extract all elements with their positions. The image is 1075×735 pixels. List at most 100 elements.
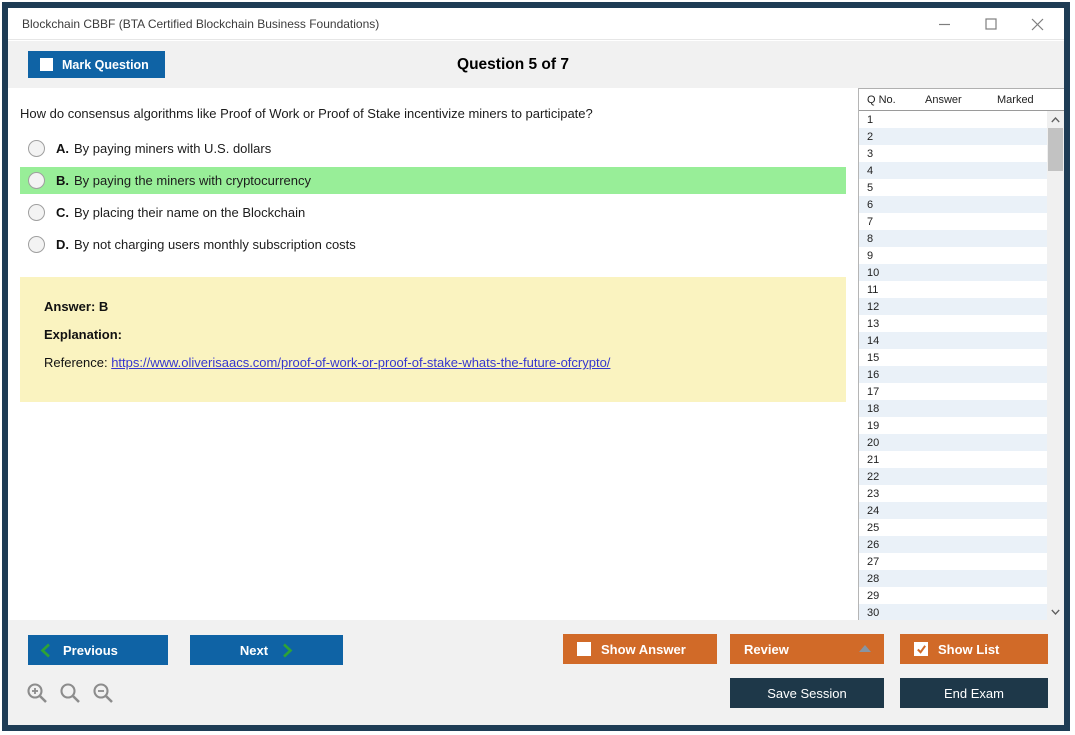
question-list-row[interactable]: 20 [859,434,1047,451]
question-list-row[interactable]: 18 [859,400,1047,417]
answer-option[interactable]: B. By paying the miners with cryptocurre… [20,167,846,194]
cell-qno: 23 [867,487,880,500]
cell-qno: 9 [867,249,874,262]
option-text: By not charging users monthly subscripti… [74,237,356,252]
cell-qno: 17 [867,385,880,398]
question-list: 1 2 3 4 5 6 7 8 9 10 11 12 13 14 15 16 1… [859,111,1047,620]
cell-qno: 7 [867,215,874,228]
column-header-qno: Q No. [867,94,896,106]
question-list-row[interactable]: 22 [859,468,1047,485]
minimize-button[interactable] [922,8,968,40]
check-icon [916,644,926,654]
scrollbar-thumb[interactable] [1048,128,1063,171]
answer-option[interactable]: D. By not charging users monthly subscri… [20,231,846,258]
previous-button[interactable]: Previous [28,635,168,665]
maximize-button[interactable] [968,8,1014,40]
question-counter: Question 5 of 7 [457,55,569,73]
cell-qno: 20 [867,436,880,449]
question-list-row[interactable]: 14 [859,332,1047,349]
cell-qno: 1 [867,113,874,126]
option-text: By placing their name on the Blockchain [74,205,306,220]
show-list-checkbox[interactable] [914,642,928,656]
next-label: Next [239,642,269,658]
question-list-row[interactable]: 9 [859,247,1047,264]
question-list-row[interactable]: 21 [859,451,1047,468]
window-controls [922,8,1060,40]
question-list-row[interactable]: 16 [859,366,1047,383]
maximize-icon [985,18,997,30]
close-icon [1031,18,1043,30]
title-bar: Blockchain CBBF (BTA Certified Blockchai… [8,8,1064,40]
question-list-row[interactable]: 26 [859,536,1047,553]
scroll-down-button[interactable] [1047,603,1064,620]
option-letter: B. [56,173,69,188]
zoom-in-icon [27,683,47,703]
radio-button[interactable] [28,172,45,189]
option-text: By paying the miners with cryptocurrency [74,173,311,188]
close-button[interactable] [1014,8,1060,40]
question-list-row[interactable]: 17 [859,383,1047,400]
question-list-row[interactable]: 23 [859,485,1047,502]
next-button[interactable]: Next [190,635,343,665]
question-list-row[interactable]: 30 [859,604,1047,620]
option-letter: D. [56,237,69,252]
reference-line: Reference: https://www.oliverisaacs.com/… [44,355,846,370]
review-label: Review [744,641,789,657]
cell-qno: 16 [867,368,880,381]
question-list-row[interactable]: 7 [859,213,1047,230]
reference-link[interactable]: https://www.oliverisaacs.com/proof-of-wo… [111,355,610,370]
show-answer-button[interactable]: Show Answer [563,634,717,664]
question-list-row[interactable]: 29 [859,587,1047,604]
question-list-row[interactable]: 6 [859,196,1047,213]
zoom-out-button[interactable] [90,680,116,706]
cell-qno: 26 [867,538,880,551]
question-list-row[interactable]: 1 [859,111,1047,128]
cell-qno: 13 [867,317,880,330]
question-list-row[interactable]: 24 [859,502,1047,519]
window-title: Blockchain CBBF (BTA Certified Blockchai… [22,17,380,31]
question-list-row[interactable]: 19 [859,417,1047,434]
question-list-row[interactable]: 15 [859,349,1047,366]
question-list-panel: Q No. Answer Marked 1 2 3 4 5 6 7 8 9 10… [858,88,1064,620]
question-list-row[interactable]: 11 [859,281,1047,298]
reference-label: Reference: [44,355,112,370]
zoom-reset-button[interactable] [57,680,83,706]
cell-qno: 24 [867,504,880,517]
question-list-row[interactable]: 10 [859,264,1047,281]
question-list-row[interactable]: 25 [859,519,1047,536]
question-list-row[interactable]: 12 [859,298,1047,315]
radio-button[interactable] [28,204,45,221]
question-list-row[interactable]: 13 [859,315,1047,332]
question-list-row[interactable]: 3 [859,145,1047,162]
question-list-header: Q No. Answer Marked [859,89,1064,111]
question-list-row[interactable]: 27 [859,553,1047,570]
question-text: How do consensus algorithms like Proof o… [20,106,593,121]
answer-option[interactable]: C. By placing their name on the Blockcha… [20,199,846,226]
question-list-row[interactable]: 2 [859,128,1047,145]
radio-button[interactable] [28,236,45,253]
zoom-reset-icon [60,683,80,703]
question-list-row[interactable]: 5 [859,179,1047,196]
answer-option[interactable]: A. By paying miners with U.S. dollars [20,135,846,162]
question-list-row[interactable]: 4 [859,162,1047,179]
show-answer-checkbox[interactable] [577,642,591,656]
zoom-toolbar [24,680,116,706]
show-list-button[interactable]: Show List [900,634,1048,664]
save-session-label: Save Session [767,685,847,701]
end-exam-button[interactable]: End Exam [900,678,1048,708]
cell-qno: 4 [867,164,874,177]
zoom-in-button[interactable] [24,680,50,706]
question-list-row[interactable]: 8 [859,230,1047,247]
minimize-icon [939,23,950,26]
scrollbar[interactable] [1047,111,1064,620]
review-button[interactable]: Review [730,634,884,664]
chevron-down-icon [1051,609,1060,615]
save-session-button[interactable]: Save Session [730,678,884,708]
previous-label: Previous [63,642,118,658]
question-list-row[interactable]: 28 [859,570,1047,587]
footer-bar: Previous Next Show Answer Review Show Li… [8,620,1064,725]
radio-button[interactable] [28,140,45,157]
zoom-out-icon [93,683,113,703]
end-exam-label: End Exam [944,685,1004,701]
scroll-up-button[interactable] [1047,111,1064,128]
